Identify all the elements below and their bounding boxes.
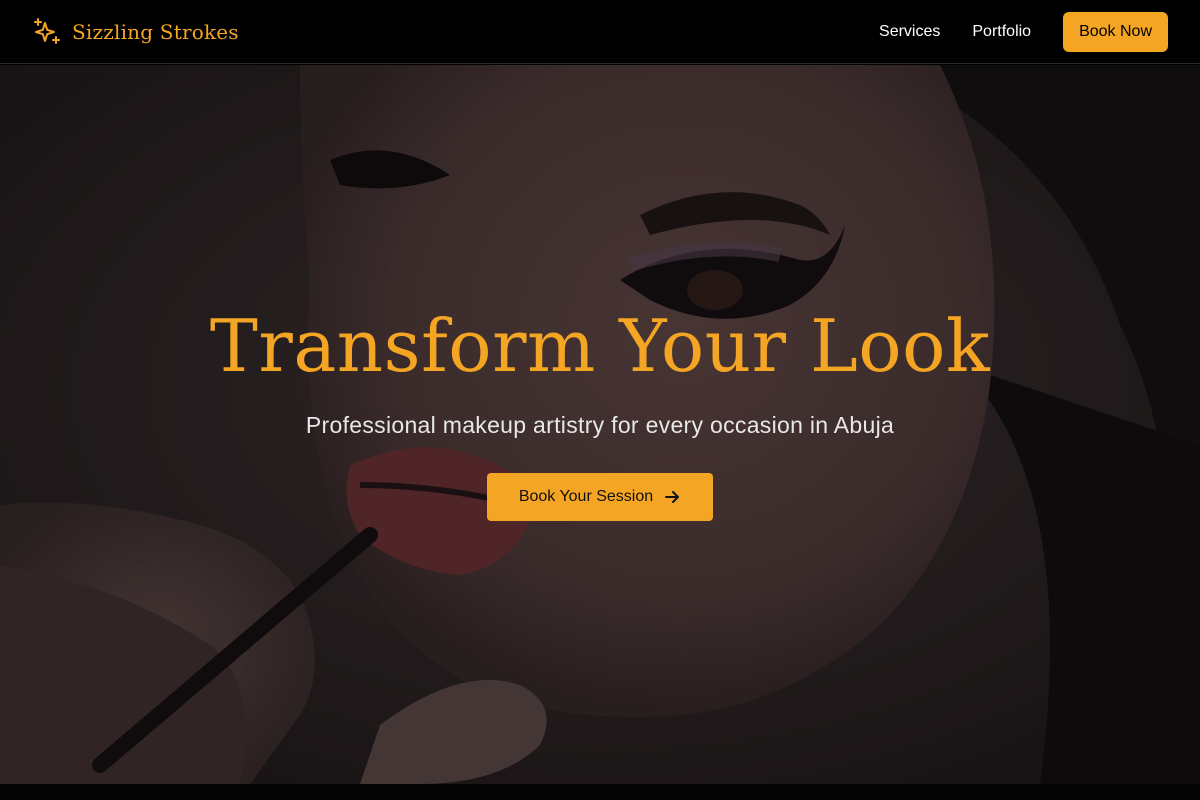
nav-link-portfolio[interactable]: Portfolio xyxy=(972,23,1031,41)
arrow-right-icon xyxy=(663,488,681,506)
hero-subtitle: Professional makeup artistry for every o… xyxy=(305,412,895,438)
book-now-button[interactable]: Book Now xyxy=(1063,11,1168,52)
book-your-session-button[interactable]: Book Your Session xyxy=(486,473,714,521)
brand-logo-link[interactable]: Sizzling Strokes xyxy=(32,17,239,47)
book-your-session-label: Book Your Session xyxy=(518,488,654,505)
brand-name: Sizzling Strokes xyxy=(72,19,239,44)
hero-title: Transform Your Look xyxy=(209,304,991,388)
hero-section: Transform Your Look Professional makeup … xyxy=(0,65,1200,784)
nav-link-services[interactable]: Services xyxy=(879,23,940,41)
page-bottom-strip xyxy=(0,784,1200,800)
hero-content: Transform Your Look Professional makeup … xyxy=(0,310,1200,521)
nav-links: Services Portfolio Book Now xyxy=(879,11,1168,52)
sparkles-icon xyxy=(32,17,62,47)
navbar: Sizzling Strokes Services Portfolio Book… xyxy=(0,0,1200,64)
